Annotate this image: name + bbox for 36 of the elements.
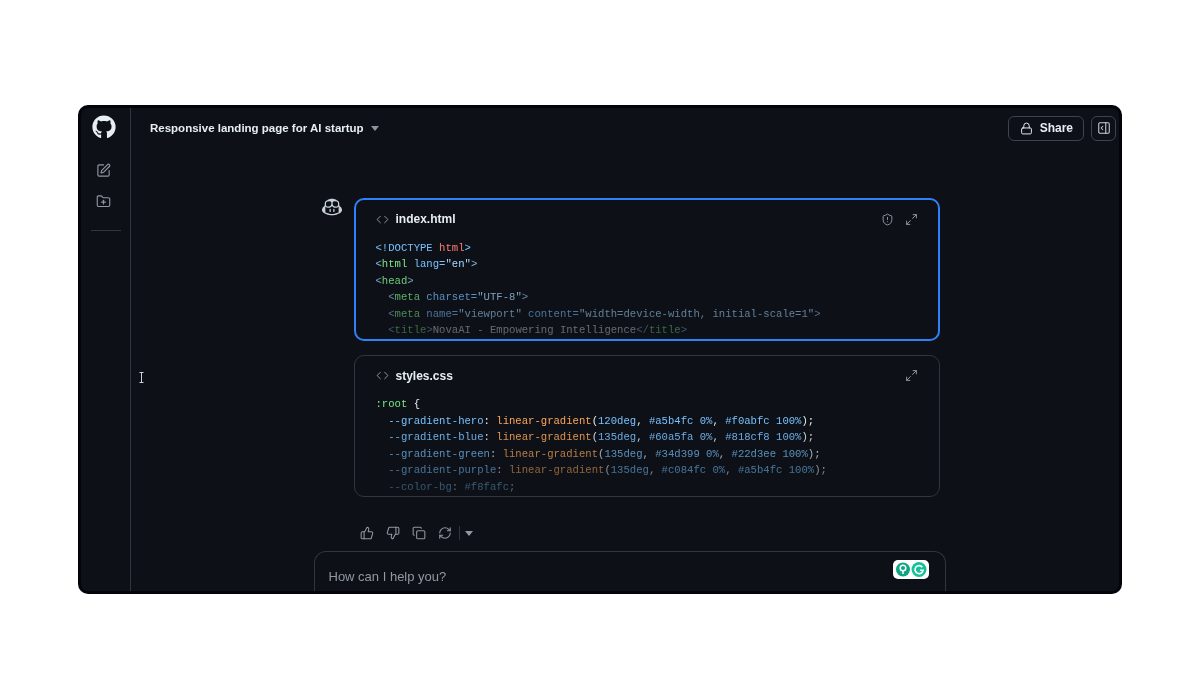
caret-icon [464,530,473,536]
file-name: index.html [395,212,456,226]
caret-icon [370,125,379,131]
code-line: <head> [375,273,414,289]
code-line: --color-bg: #f8fafc; [387,479,516,495]
code-line: --gradient-blue: linear-gradient(135deg, #60a5fa 0%, #818cf8 100%); [387,430,815,445]
expand-icon[interactable] [904,212,918,226]
edit-icon [96,162,111,178]
shield-alert-icon[interactable] [880,212,894,226]
folder-plus-icon [96,193,111,209]
prompt-input[interactable]: How can I help you? [313,551,946,591]
text-cursor-icon [139,372,144,383]
sidebar-toggle-button[interactable] [1091,115,1116,141]
code-line: <html lang="en"> [375,257,478,272]
conversation-title[interactable]: Responsive landing page for AI startup [150,122,379,134]
bot-avatar-icon [321,197,342,217]
bulb-badge-icon[interactable] [892,560,929,579]
thumbs-up-icon [359,526,374,540]
share-button[interactable]: Share [1007,115,1084,141]
code-line: <meta charset="UTF-8"> [387,290,529,305]
thumbs-down-icon [385,526,400,540]
code-line: <!DOCTYPE html> [375,240,471,256]
logo-icon[interactable] [91,115,116,139]
code-icon [375,369,389,382]
copy-icon [411,526,426,540]
code-line: --gradient-green: linear-gradient(135deg, #34d399 0%, #22d3ee 100%); [387,446,821,462]
lock-icon [1019,121,1033,135]
file-name: styles.css [395,368,453,383]
code-line: --gradient-hero: linear-gradient(120deg, #a5b4fc 0%, #f0abfc 100%); [387,413,815,429]
expand-icon[interactable] [904,369,918,382]
code-line: <title>NovaAI - Empowering Intelligence</title> [387,323,688,338]
code-line: --gradient-purple: linear-gradient(135deg, #c084fc 0%, #a5b4fc 100%); [387,463,827,478]
code-line: <meta name="viewport" content="width=device-width, initial-scale=1"> [387,306,821,322]
refresh-icon [437,526,452,540]
code-line: :root { [375,397,420,412]
panel-icon [1096,121,1111,135]
